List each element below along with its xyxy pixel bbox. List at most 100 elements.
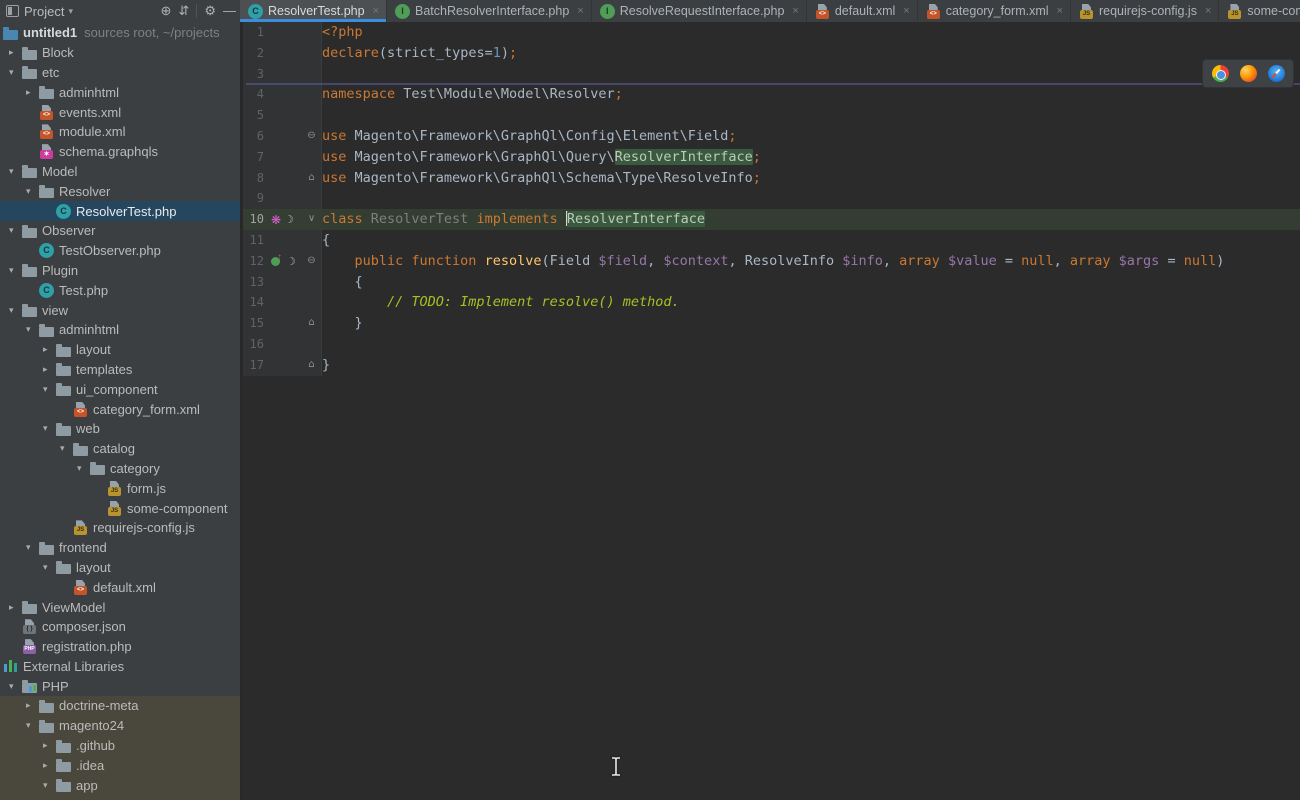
implements-marker-icon[interactable]: ☾ bbox=[286, 255, 296, 268]
code-text[interactable]: public function resolve(Field $field, $c… bbox=[322, 251, 1224, 272]
close-tab-icon[interactable]: × bbox=[577, 5, 583, 17]
chevron-expanded-icon[interactable]: ▾ bbox=[25, 324, 39, 335]
tree-item-testobserver-php[interactable]: CTestObserver.php bbox=[0, 241, 240, 261]
tree-item-viewmodel[interactable]: ▸ViewModel bbox=[0, 597, 240, 617]
gutter[interactable]: 3 bbox=[243, 64, 322, 85]
tree-item-web[interactable]: ▾web bbox=[0, 419, 240, 439]
tree-item-external-libraries[interactable]: External Libraries bbox=[0, 657, 240, 677]
tree-item-model[interactable]: ▾Model bbox=[0, 162, 240, 182]
chevron-collapsed-icon[interactable]: ▸ bbox=[42, 344, 56, 355]
gutter[interactable]: 5 bbox=[243, 105, 322, 126]
chevron-expanded-icon[interactable]: ▾ bbox=[8, 265, 22, 276]
tree-item-catalog[interactable]: ▾catalog bbox=[0, 439, 240, 459]
line-number[interactable]: 17 bbox=[243, 355, 269, 376]
locate-icon[interactable]: ⊕ bbox=[161, 0, 172, 22]
line-number[interactable]: 4 bbox=[243, 84, 269, 105]
chevron-collapsed-icon[interactable]: ▸ bbox=[8, 47, 22, 58]
close-tab-icon[interactable]: × bbox=[1057, 5, 1063, 17]
line-number[interactable]: 15 bbox=[243, 313, 269, 334]
gutter[interactable]: 13 bbox=[243, 272, 322, 293]
line-number[interactable]: 10 bbox=[243, 209, 269, 230]
tree-item-php[interactable]: ▾PHP bbox=[0, 676, 240, 696]
tree-item-some-component[interactable]: JSsome-component bbox=[0, 498, 240, 518]
tab-category_form.xml[interactable]: <>category_form.xml× bbox=[918, 0, 1071, 22]
gutter[interactable]: 17 ⌂ bbox=[243, 355, 322, 376]
tab-default.xml[interactable]: <>default.xml× bbox=[807, 0, 918, 22]
chevron-expanded-icon[interactable]: ▾ bbox=[8, 67, 22, 78]
line-number[interactable]: 8 bbox=[243, 168, 269, 189]
line-number[interactable]: 1 bbox=[243, 22, 269, 43]
tree-item-magento24[interactable]: ▾magento24 bbox=[0, 716, 240, 736]
tree-item-plugin[interactable]: ▾Plugin bbox=[0, 261, 240, 281]
line-number[interactable]: 9 bbox=[243, 188, 269, 209]
chevron-collapsed-icon[interactable]: ▸ bbox=[25, 87, 39, 98]
gutter[interactable]: 4 bbox=[243, 84, 322, 105]
chevron-collapsed-icon[interactable]: ▸ bbox=[25, 700, 39, 711]
line-number[interactable]: 14 bbox=[243, 292, 269, 313]
tree-item-events-xml[interactable]: <>events.xml bbox=[0, 102, 240, 122]
tab-ResolveRequestInterface.php[interactable]: IResolveRequestInterface.php× bbox=[592, 0, 807, 22]
gutter[interactable]: 14 bbox=[243, 292, 322, 313]
gutter[interactable]: 8⌂ bbox=[243, 168, 322, 189]
tree-item-ui-component[interactable]: ▾ui_component bbox=[0, 379, 240, 399]
tree-item-form-js[interactable]: JSform.js bbox=[0, 478, 240, 498]
code-text[interactable]: use Magento\Framework\GraphQl\Schema\Typ… bbox=[322, 168, 761, 189]
plugin-class-icon[interactable]: ❋ bbox=[271, 213, 281, 227]
chrome-browser-icon[interactable] bbox=[1212, 65, 1229, 82]
gutter[interactable]: 11 bbox=[243, 230, 322, 251]
chevron-expanded-icon[interactable]: ▾ bbox=[42, 562, 56, 573]
code-text[interactable]: declare(strict_types=1); bbox=[322, 43, 517, 64]
tree-item-category[interactable]: ▾category bbox=[0, 459, 240, 479]
fold-marker[interactable]: ⌂ bbox=[306, 168, 317, 189]
tree-item-resolvertest-php[interactable]: CResolverTest.php bbox=[0, 201, 240, 221]
tab-BatchResolverInterface.php[interactable]: IBatchResolverInterface.php× bbox=[387, 0, 592, 22]
code-text[interactable]: { bbox=[322, 230, 330, 251]
gutter[interactable]: 9 bbox=[243, 188, 322, 209]
chevron-collapsed-icon[interactable]: ▸ bbox=[42, 740, 56, 751]
code-text[interactable]: } bbox=[322, 355, 330, 376]
tree-item-category-form-xml[interactable]: <>category_form.xml bbox=[0, 399, 240, 419]
tab-requirejs-config.js[interactable]: JSrequirejs-config.js× bbox=[1071, 0, 1219, 22]
code-text[interactable]: } bbox=[322, 313, 363, 334]
chevron-expanded-icon[interactable]: ▾ bbox=[8, 305, 22, 316]
chevron-expanded-icon[interactable]: ▾ bbox=[42, 780, 56, 791]
code-text[interactable]: use Magento\Framework\GraphQl\Query\Reso… bbox=[322, 147, 761, 168]
firefox-browser-icon[interactable] bbox=[1240, 65, 1257, 82]
chevron-down-icon[interactable]: ▾ bbox=[68, 6, 73, 17]
gutter[interactable]: 10❋☾ ∨ bbox=[243, 209, 322, 230]
tree-item-registration-php[interactable]: PHPregistration.php bbox=[0, 637, 240, 657]
tree-item-default-xml[interactable]: <>default.xml bbox=[0, 577, 240, 597]
close-tab-icon[interactable]: × bbox=[373, 5, 379, 17]
chevron-expanded-icon[interactable]: ▾ bbox=[8, 225, 22, 236]
line-number[interactable]: 12 bbox=[243, 251, 269, 272]
tab-some-compo[interactable]: JSsome-compo bbox=[1219, 0, 1300, 22]
tree-item-observer[interactable]: ▾Observer bbox=[0, 221, 240, 241]
tree-item-view[interactable]: ▾view bbox=[0, 300, 240, 320]
code-text[interactable]: class ResolverTest implements ResolverIn… bbox=[322, 209, 705, 230]
chevron-expanded-icon[interactable]: ▾ bbox=[76, 463, 90, 474]
tree-item-test-php[interactable]: CTest.php bbox=[0, 280, 240, 300]
fold-marker[interactable]: ⊖ bbox=[306, 251, 317, 272]
implements-marker-icon[interactable]: ☾ bbox=[284, 213, 294, 226]
tree-item--github[interactable]: ▸.github bbox=[0, 736, 240, 756]
tree-item-composer-json[interactable]: { }composer.json bbox=[0, 617, 240, 637]
code-text[interactable]: { bbox=[322, 272, 363, 293]
line-number[interactable]: 5 bbox=[243, 105, 269, 126]
tree-item-schema-graphqls[interactable]: ✶schema.graphqls bbox=[0, 142, 240, 162]
line-number[interactable]: 2 bbox=[243, 43, 269, 64]
close-tab-icon[interactable]: × bbox=[792, 5, 798, 17]
collapse-all-icon[interactable]: ⇵ bbox=[178, 0, 189, 22]
chevron-expanded-icon[interactable]: ▾ bbox=[8, 681, 22, 692]
close-tab-icon[interactable]: × bbox=[903, 5, 909, 17]
chevron-expanded-icon[interactable]: ▾ bbox=[25, 720, 39, 731]
chevron-expanded-icon[interactable]: ▾ bbox=[59, 443, 73, 454]
gutter[interactable]: 12↑☾⊖ bbox=[243, 251, 322, 272]
line-number[interactable]: 13 bbox=[243, 272, 269, 293]
fold-marker[interactable]: ⌂ bbox=[306, 355, 317, 376]
line-number[interactable]: 16 bbox=[243, 334, 269, 355]
tree-item-adminhtml[interactable]: ▾adminhtml bbox=[0, 320, 240, 340]
chevron-expanded-icon[interactable]: ▾ bbox=[25, 186, 39, 197]
code-editor[interactable]: 1<?php2declare(strict_types=1);34namespa… bbox=[240, 22, 1300, 800]
fold-marker[interactable]: ∨ bbox=[306, 209, 317, 230]
code-text[interactable]: // TODO: Implement resolve() method. bbox=[322, 292, 680, 313]
